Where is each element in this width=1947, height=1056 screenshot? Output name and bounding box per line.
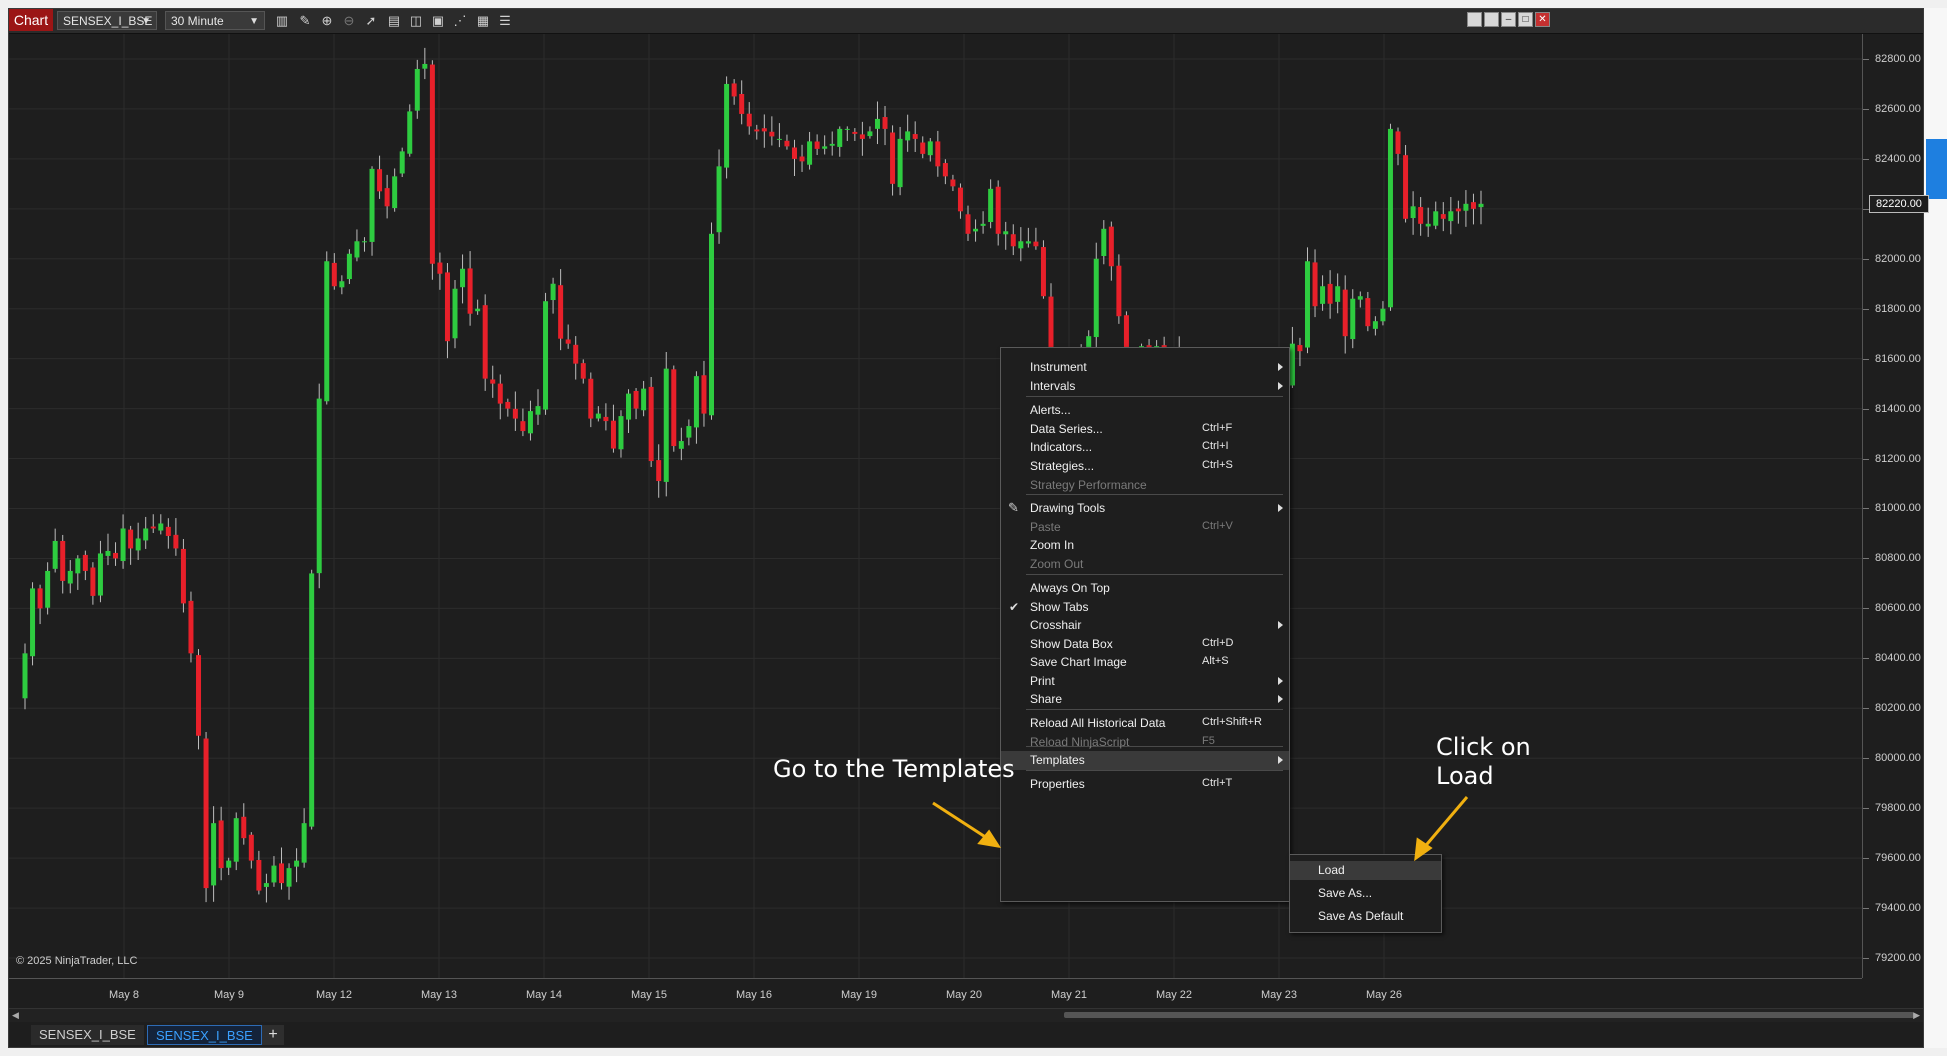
arrow-to-load [1420,796,1469,851]
arrow-to-templates [932,801,991,842]
annotation-arrows [932,796,1469,862]
